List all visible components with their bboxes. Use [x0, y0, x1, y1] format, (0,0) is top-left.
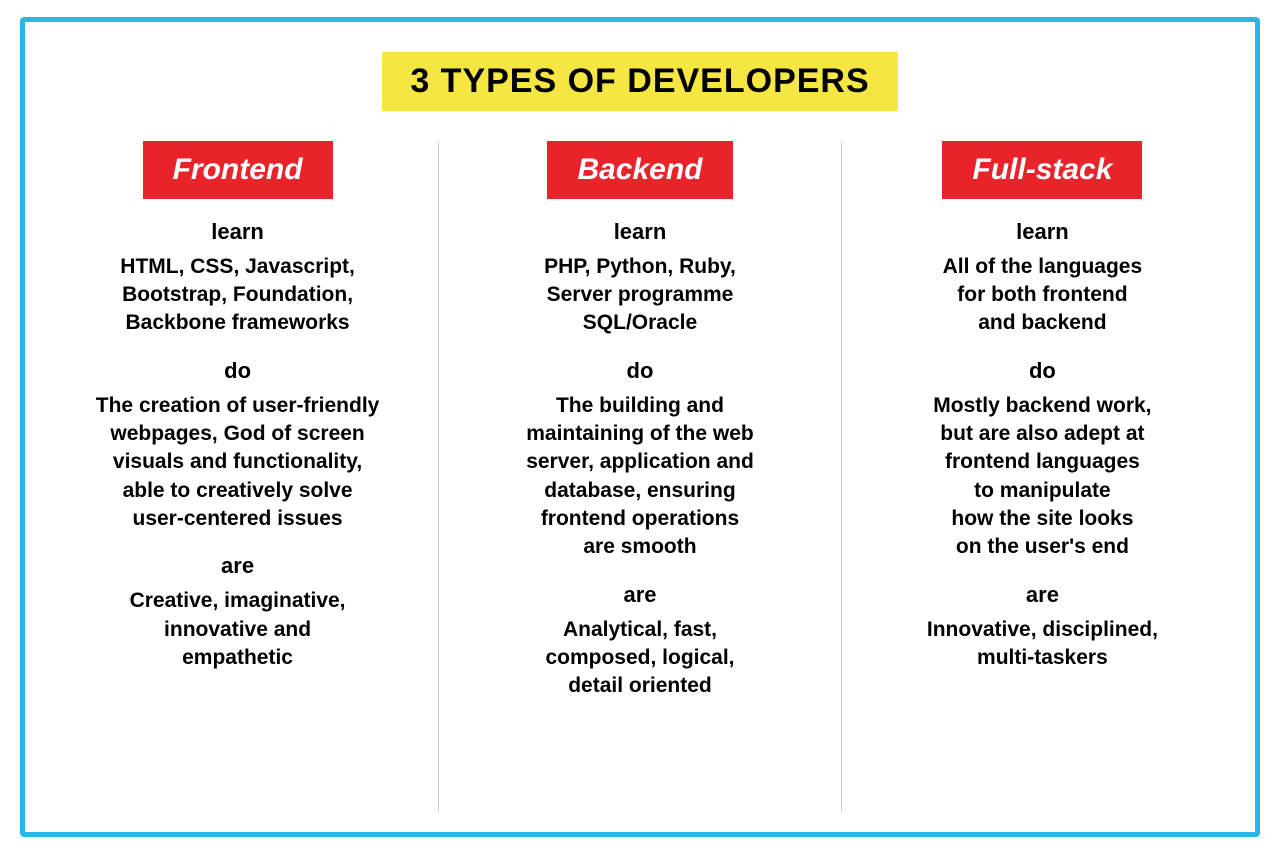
page-title: 3 TYPES OF DEVELOPERS — [410, 62, 869, 100]
frontend-are-content: Creative, imaginative,innovative andempa… — [130, 587, 346, 672]
fullstack-are-content: Innovative, disciplined,multi-taskers — [927, 616, 1158, 673]
frontend-header-text: Frontend — [173, 153, 303, 186]
backend-are-label: are — [623, 582, 656, 608]
frontend-header-box: Frontend — [143, 141, 333, 199]
frontend-learn-content: HTML, CSS, Javascript,Bootstrap, Foundat… — [120, 253, 355, 338]
frontend-column: Frontend learn HTML, CSS, Javascript,Boo… — [53, 141, 422, 812]
backend-are-content: Analytical, fast,composed, logical,detai… — [545, 616, 734, 701]
fullstack-column: Full-stack learn All of the languagesfor… — [858, 141, 1227, 812]
backend-header-box: Backend — [547, 141, 732, 199]
backend-column: Backend learn PHP, Python, Ruby,Server p… — [456, 141, 825, 812]
backend-learn-label: learn — [614, 219, 667, 245]
divider-1 — [438, 141, 439, 812]
backend-do-content: The building andmaintaining of the webse… — [526, 392, 754, 562]
divider-2 — [841, 141, 842, 812]
fullstack-learn-label: learn — [1016, 219, 1069, 245]
fullstack-header-text: Full-stack — [972, 153, 1112, 186]
fullstack-header-box: Full-stack — [942, 141, 1142, 199]
backend-do-label: do — [627, 358, 654, 384]
fullstack-are-label: are — [1026, 582, 1059, 608]
main-container: 3 TYPES OF DEVELOPERS Frontend learn HTM… — [20, 17, 1260, 837]
title-box: 3 TYPES OF DEVELOPERS — [382, 52, 897, 111]
backend-learn-content: PHP, Python, Ruby,Server programmeSQL/Or… — [544, 253, 736, 338]
frontend-do-content: The creation of user-friendlywebpages, G… — [96, 392, 380, 534]
columns-container: Frontend learn HTML, CSS, Javascript,Boo… — [45, 141, 1235, 812]
fullstack-learn-content: All of the languagesfor both frontendand… — [943, 253, 1143, 338]
frontend-learn-label: learn — [211, 219, 264, 245]
fullstack-do-content: Mostly backend work,but are also adept a… — [933, 392, 1151, 562]
frontend-are-label: are — [221, 553, 254, 579]
backend-header-text: Backend — [577, 153, 702, 186]
frontend-do-label: do — [224, 358, 251, 384]
fullstack-do-label: do — [1029, 358, 1056, 384]
